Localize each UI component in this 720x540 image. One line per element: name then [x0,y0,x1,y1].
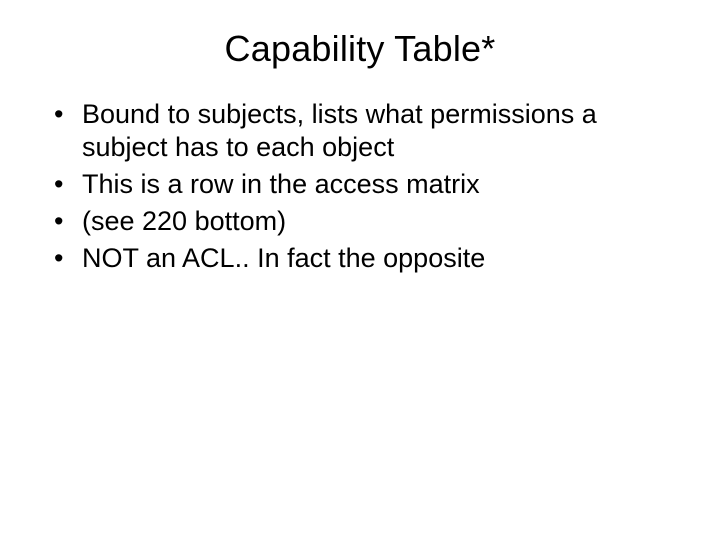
list-item: This is a row in the access matrix [46,168,680,201]
slide: Capability Table* Bound to subjects, lis… [0,0,720,540]
list-item: Bound to subjects, lists what permission… [46,98,680,164]
slide-title: Capability Table* [40,28,680,70]
list-item: NOT an ACL.. In fact the opposite [46,242,680,275]
list-item: (see 220 bottom) [46,205,680,238]
bullet-list: Bound to subjects, lists what permission… [40,98,680,275]
